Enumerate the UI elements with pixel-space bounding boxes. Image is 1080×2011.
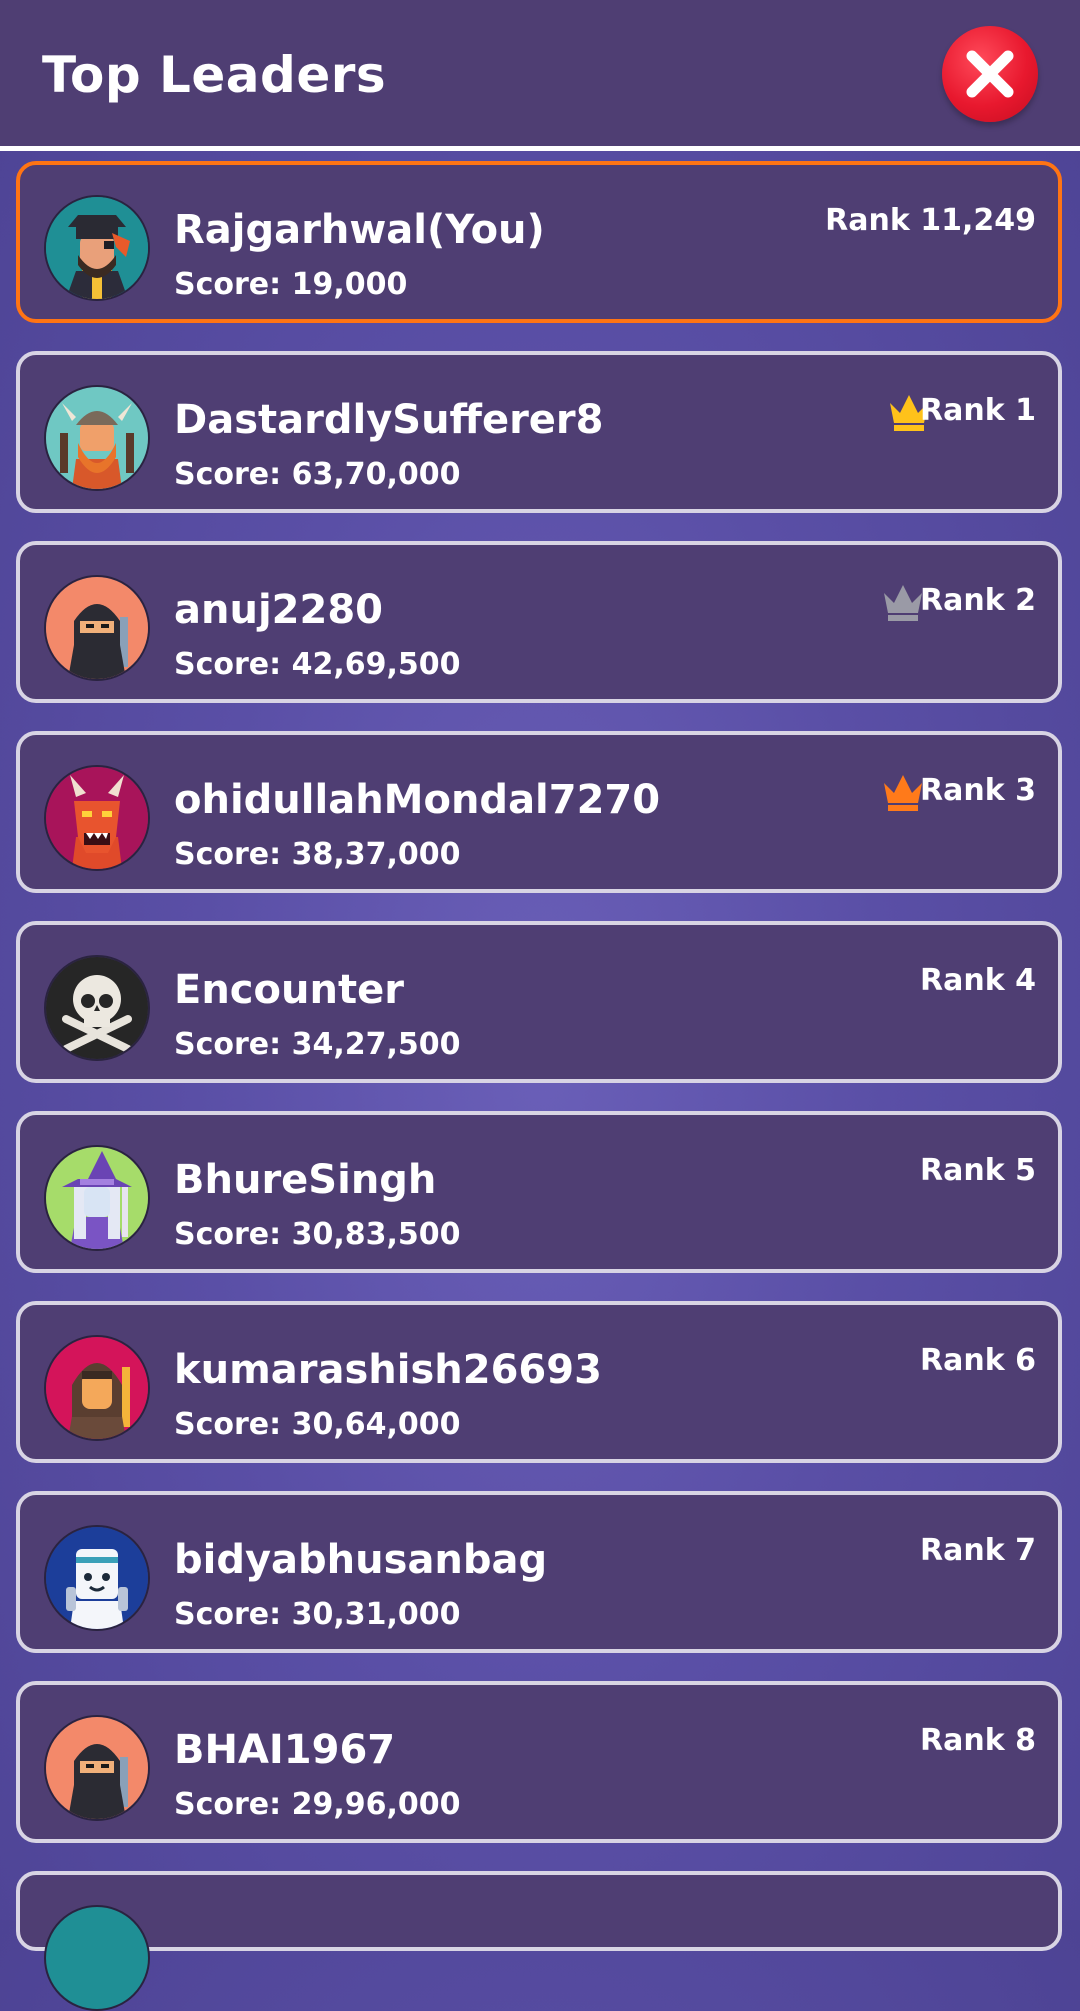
leaderboard-list: Rajgarhwal(You) Score: 19,000 Rank 11,24…	[0, 0, 1080, 2011]
avatar-icon	[44, 1905, 150, 2011]
close-icon	[966, 50, 1014, 98]
player-name: BHAI1967	[174, 1727, 396, 1773]
robot-avatar-icon	[44, 1525, 150, 1631]
player-name: kumarashish26693	[174, 1347, 602, 1393]
page-title: Top Leaders	[42, 46, 387, 104]
player-score: Score: 34,27,500	[174, 1027, 461, 1062]
dragon-avatar-icon	[44, 765, 150, 871]
silver-crown-icon	[884, 585, 922, 621]
player-score: Score: 30,31,000	[174, 1597, 461, 1632]
player-rank: Rank 2	[920, 583, 1036, 618]
player-name: bidyabhusanbag	[174, 1537, 548, 1583]
leaderboard-row[interactable]: ohidullahMondal7270 Score: 38,37,000 Ran…	[16, 731, 1062, 893]
bronze-crown-icon	[884, 775, 922, 811]
player-rank: Rank 6	[920, 1343, 1036, 1378]
player-name: BhureSingh	[174, 1157, 437, 1203]
pirate-avatar-icon	[44, 195, 150, 301]
header-bar: Top Leaders	[0, 0, 1080, 151]
leaderboard-row[interactable]	[16, 1871, 1062, 2011]
leaderboard-row[interactable]: anuj2280 Score: 42,69,500 Rank 2	[16, 541, 1062, 703]
player-name: DastardlySufferer8	[174, 397, 604, 443]
player-rank: Rank 4	[920, 963, 1036, 998]
leaderboard-row-current-user[interactable]: Rajgarhwal(You) Score: 19,000 Rank 11,24…	[16, 161, 1062, 323]
player-rank: Rank 11,249	[825, 203, 1036, 238]
leaderboard-row[interactable]: BhureSingh Score: 30,83,500 Rank 5	[16, 1111, 1062, 1273]
leaderboard-row[interactable]: DastardlySufferer8 Score: 63,70,000 Rank…	[16, 351, 1062, 513]
player-score: Score: 19,000	[174, 267, 408, 302]
witch-avatar-icon	[44, 1145, 150, 1251]
player-name: ohidullahMondal7270	[174, 777, 661, 823]
warrior-avatar-icon	[44, 1335, 150, 1441]
player-rank: Rank 8	[920, 1723, 1036, 1758]
player-score: Score: 63,70,000	[174, 457, 461, 492]
player-rank: Rank 3	[920, 773, 1036, 808]
player-rank: Rank 5	[920, 1153, 1036, 1188]
player-score: Score: 30,83,500	[174, 1217, 461, 1252]
leaderboard-row[interactable]: bidyabhusanbag Score: 30,31,000 Rank 7	[16, 1491, 1062, 1653]
player-score: Score: 38,37,000	[174, 837, 461, 872]
close-button[interactable]	[942, 26, 1038, 122]
player-name: Rajgarhwal(You)	[174, 207, 545, 253]
player-score: Score: 29,96,000	[174, 1787, 461, 1822]
player-name: anuj2280	[174, 587, 383, 633]
leaderboard-row[interactable]: Encounter Score: 34,27,500 Rank 4	[16, 921, 1062, 1083]
ninja-avatar-icon	[44, 575, 150, 681]
player-score: Score: 30,64,000	[174, 1407, 461, 1442]
viking-avatar-icon	[44, 385, 150, 491]
player-rank: Rank 7	[920, 1533, 1036, 1568]
leaderboard-row[interactable]: BHAI1967 Score: 29,96,000 Rank 8	[16, 1681, 1062, 1843]
skull-avatar-icon	[44, 955, 150, 1061]
leaderboard-row[interactable]: kumarashish26693 Score: 30,64,000 Rank 6	[16, 1301, 1062, 1463]
player-name: Encounter	[174, 967, 404, 1013]
player-rank: Rank 1	[920, 393, 1036, 428]
ninja-avatar-icon	[44, 1715, 150, 1821]
player-score: Score: 42,69,500	[174, 647, 461, 682]
